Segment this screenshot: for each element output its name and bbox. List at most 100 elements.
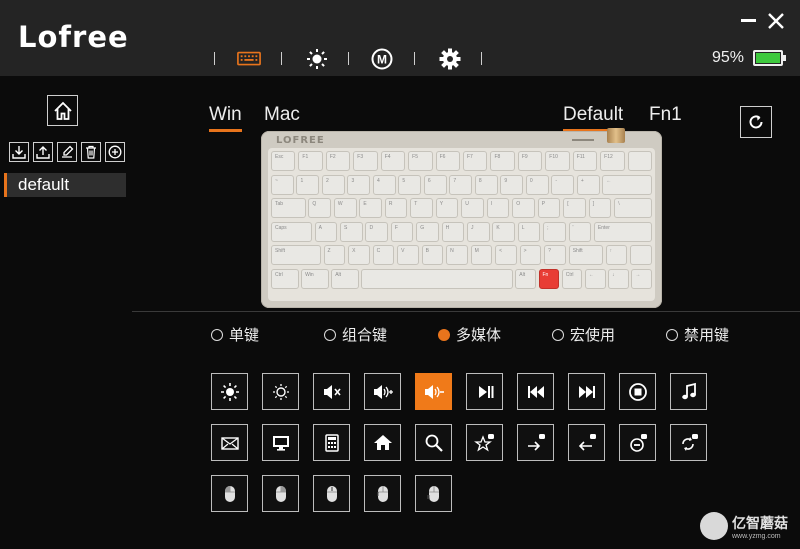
key[interactable]: F4 <box>380 151 406 171</box>
key[interactable]: F9 <box>517 151 543 171</box>
key[interactable]: → <box>631 268 652 289</box>
export-button[interactable] <box>33 142 53 162</box>
key[interactable]: X <box>348 245 370 265</box>
key[interactable]: > <box>519 245 542 265</box>
mode-single-key[interactable]: 单键 <box>211 324 259 345</box>
radio-single-key[interactable] <box>211 328 223 341</box>
music-button[interactable] <box>670 373 707 410</box>
key[interactable]: H <box>441 221 465 242</box>
key[interactable]: 0 <box>525 174 549 195</box>
key[interactable]: 1 <box>296 174 320 195</box>
key[interactable]: U <box>461 198 484 218</box>
nav-keyboard[interactable] <box>237 47 261 71</box>
key[interactable]: 2 <box>321 174 345 195</box>
key[interactable]: W <box>333 198 357 218</box>
key[interactable]: F12 <box>600 151 625 171</box>
key[interactable]: A <box>314 221 338 242</box>
key[interactable]: T <box>410 198 433 218</box>
key[interactable]: ~ <box>271 174 294 195</box>
stop-button[interactable] <box>619 373 656 410</box>
add-button[interactable] <box>105 142 125 162</box>
key[interactable]: S <box>340 221 363 242</box>
forward-button[interactable] <box>517 424 554 461</box>
key[interactable]: Shift <box>271 245 321 265</box>
key[interactable]: 5 <box>398 174 422 195</box>
key[interactable]: Tab <box>271 198 306 218</box>
radio-macro[interactable] <box>552 328 564 341</box>
nav-macro[interactable]: M <box>370 47 394 71</box>
tab-default-layer[interactable]: Default <box>563 104 624 132</box>
key[interactable]: R <box>384 198 408 218</box>
close-icon[interactable] <box>768 13 784 29</box>
key[interactable]: ] <box>588 198 612 218</box>
key[interactable]: ↑ <box>605 245 628 265</box>
key[interactable]: Ctrl <box>561 268 583 289</box>
key[interactable]: F1 <box>298 151 323 171</box>
mute-button[interactable] <box>313 373 350 410</box>
key[interactable]: Alt <box>331 268 359 289</box>
mode-combo-key[interactable]: 组合键 <box>324 324 387 345</box>
key[interactable]: 4 <box>372 174 396 195</box>
key[interactable]: C <box>372 245 395 265</box>
key[interactable]: Fn <box>538 268 560 289</box>
volume-down-button[interactable] <box>415 373 452 410</box>
minimize-icon[interactable] <box>741 13 756 28</box>
refresh-button[interactable] <box>670 424 707 461</box>
key[interactable]: F3 <box>353 151 378 171</box>
reset-button[interactable] <box>740 106 772 138</box>
home-button[interactable] <box>47 95 78 126</box>
key[interactable]: L <box>517 221 541 242</box>
key[interactable]: V <box>397 245 419 265</box>
keyboard-knob[interactable] <box>607 128 625 143</box>
key[interactable]: F10 <box>545 151 570 171</box>
key[interactable]: ↓ <box>608 268 629 289</box>
radio-multimedia[interactable] <box>438 328 450 341</box>
key[interactable]: Q <box>308 198 332 218</box>
stop-web-button[interactable] <box>619 424 656 461</box>
mode-multimedia[interactable]: 多媒体 <box>438 324 501 345</box>
key[interactable]: F7 <box>463 151 488 171</box>
key[interactable]: F5 <box>408 151 433 171</box>
key[interactable] <box>627 151 652 171</box>
brightness-down-button[interactable] <box>262 373 299 410</box>
nav-settings[interactable] <box>438 47 462 71</box>
nav-brightness[interactable] <box>305 47 329 71</box>
key[interactable]: ← <box>602 174 652 195</box>
key[interactable]: ; <box>543 221 566 242</box>
key[interactable]: J <box>466 221 490 242</box>
key[interactable]: Esc <box>271 151 296 171</box>
key[interactable]: Ctrl <box>271 268 299 289</box>
key[interactable]: ' <box>568 221 592 242</box>
mail-button[interactable] <box>211 424 248 461</box>
next-track-button[interactable] <box>568 373 605 410</box>
key[interactable]: D <box>365 221 389 242</box>
key[interactable]: < <box>495 245 517 265</box>
mouse-left-button[interactable] <box>211 475 248 512</box>
key[interactable]: Z <box>323 245 346 265</box>
key[interactable]: O <box>512 198 535 218</box>
key[interactable]: Y <box>435 198 459 218</box>
mouse-middle-button[interactable] <box>313 475 350 512</box>
search-button[interactable] <box>415 424 452 461</box>
profile-item-default[interactable]: default <box>4 173 126 197</box>
key[interactable]: - <box>551 174 575 195</box>
calculator-button[interactable] <box>313 424 350 461</box>
edit-button[interactable] <box>57 142 77 162</box>
key[interactable]: 8 <box>474 174 498 195</box>
key[interactable]: Shift <box>568 245 603 265</box>
mouse-right-button[interactable] <box>262 475 299 512</box>
brightness-up-button[interactable] <box>211 373 248 410</box>
key[interactable]: F6 <box>435 151 460 171</box>
delete-button[interactable] <box>81 142 101 162</box>
key[interactable]: F11 <box>572 151 598 171</box>
key[interactable]: 7 <box>449 174 473 195</box>
key[interactable]: [ <box>563 198 586 218</box>
volume-up-button[interactable] <box>364 373 401 410</box>
key[interactable]: F <box>390 221 414 242</box>
home-button[interactable] <box>364 424 401 461</box>
tab-fn1-layer[interactable]: Fn1 <box>649 104 682 126</box>
key[interactable]: ? <box>544 245 566 265</box>
computer-button[interactable] <box>262 424 299 461</box>
key[interactable]: \ <box>614 198 652 218</box>
key[interactable]: N <box>446 245 468 265</box>
